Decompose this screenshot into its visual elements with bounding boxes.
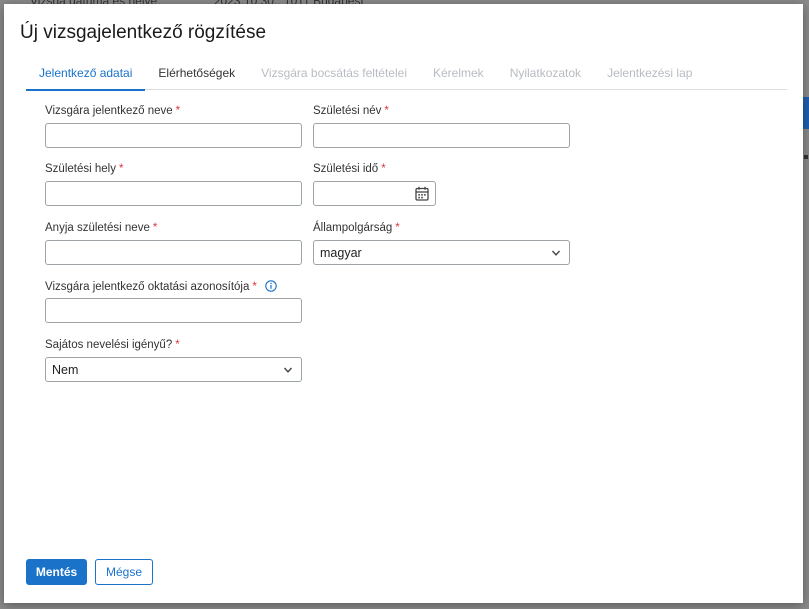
- backdrop-accent: [803, 97, 809, 129]
- backdrop-dot: [804, 155, 808, 159]
- special-needs-label-text: Sajátos nevelési igényű?: [45, 339, 173, 351]
- birth-name-input[interactable]: [313, 123, 570, 148]
- chevron-down-icon: [283, 367, 293, 373]
- mother-name-input[interactable]: [45, 240, 302, 265]
- chevron-down-icon: [551, 250, 561, 256]
- cancel-button[interactable]: Mégse: [95, 559, 153, 585]
- tab-exam-conditions[interactable]: Vizsgára bocsátás feltételei: [248, 62, 420, 90]
- birth-name-label: Születési név *: [313, 105, 389, 117]
- name-input[interactable]: [45, 123, 302, 148]
- tab-contacts[interactable]: Elérhetőségek: [145, 62, 248, 90]
- calendar-icon[interactable]: [415, 186, 429, 201]
- tab-applicant-data[interactable]: Jelentkező adatai: [26, 62, 146, 91]
- required-marker: *: [395, 222, 400, 234]
- required-marker: *: [384, 105, 389, 117]
- edu-id-input[interactable]: [45, 298, 302, 323]
- name-label: Vizsgára jelentkező neve *: [45, 105, 180, 117]
- required-marker: *: [152, 222, 158, 234]
- save-button[interactable]: Mentés: [26, 559, 87, 585]
- edu-id-label-text: Vizsgára jelentkező oktatási azonosítója: [45, 281, 250, 293]
- birth-date-label-text: Születési idő: [313, 163, 379, 175]
- required-marker: *: [175, 105, 181, 117]
- tab-requests[interactable]: Kérelmek: [420, 62, 497, 90]
- birth-date-label: Születési idő *: [313, 163, 386, 175]
- info-icon[interactable]: [265, 280, 277, 292]
- citizenship-select[interactable]: magyar: [313, 240, 570, 265]
- special-needs-value: Nem: [52, 363, 79, 377]
- citizenship-value: magyar: [320, 246, 362, 260]
- birth-name-label-text: Születési név: [313, 105, 382, 117]
- required-marker: *: [381, 163, 386, 175]
- required-marker: *: [175, 339, 180, 351]
- tab-bar: Jelentkező adatai Elérhetőségek Vizsgára…: [26, 62, 787, 91]
- tab-declarations[interactable]: Nyilatkozatok: [497, 62, 594, 90]
- birth-date-input[interactable]: [313, 181, 436, 206]
- citizenship-label-text: Állampolgárság: [313, 222, 393, 234]
- tab-application-form[interactable]: Jelentkezési lap: [594, 62, 705, 90]
- special-needs-label: Sajátos nevelési igényű? *: [45, 339, 180, 351]
- birth-place-label-text: Születési hely: [45, 163, 116, 175]
- name-label-text: Vizsgára jelentkező neve: [45, 105, 173, 117]
- required-marker: *: [118, 163, 124, 175]
- citizenship-label: Állampolgárság *: [313, 222, 400, 234]
- new-applicant-dialog: Új vizsgajelentkező rögzítése Jelentkező…: [4, 4, 803, 603]
- mother-name-label: Anyja születési neve *: [45, 222, 157, 234]
- required-marker: *: [252, 281, 257, 293]
- dialog-title: Új vizsgajelentkező rögzítése: [20, 22, 267, 43]
- birth-place-label: Születési hely *: [45, 163, 123, 175]
- edu-id-label: Vizsgára jelentkező oktatási azonosítója…: [45, 280, 277, 293]
- special-needs-select[interactable]: Nem: [45, 357, 302, 382]
- birth-place-input[interactable]: [45, 181, 302, 206]
- mother-name-label-text: Anyja születési neve: [45, 222, 150, 234]
